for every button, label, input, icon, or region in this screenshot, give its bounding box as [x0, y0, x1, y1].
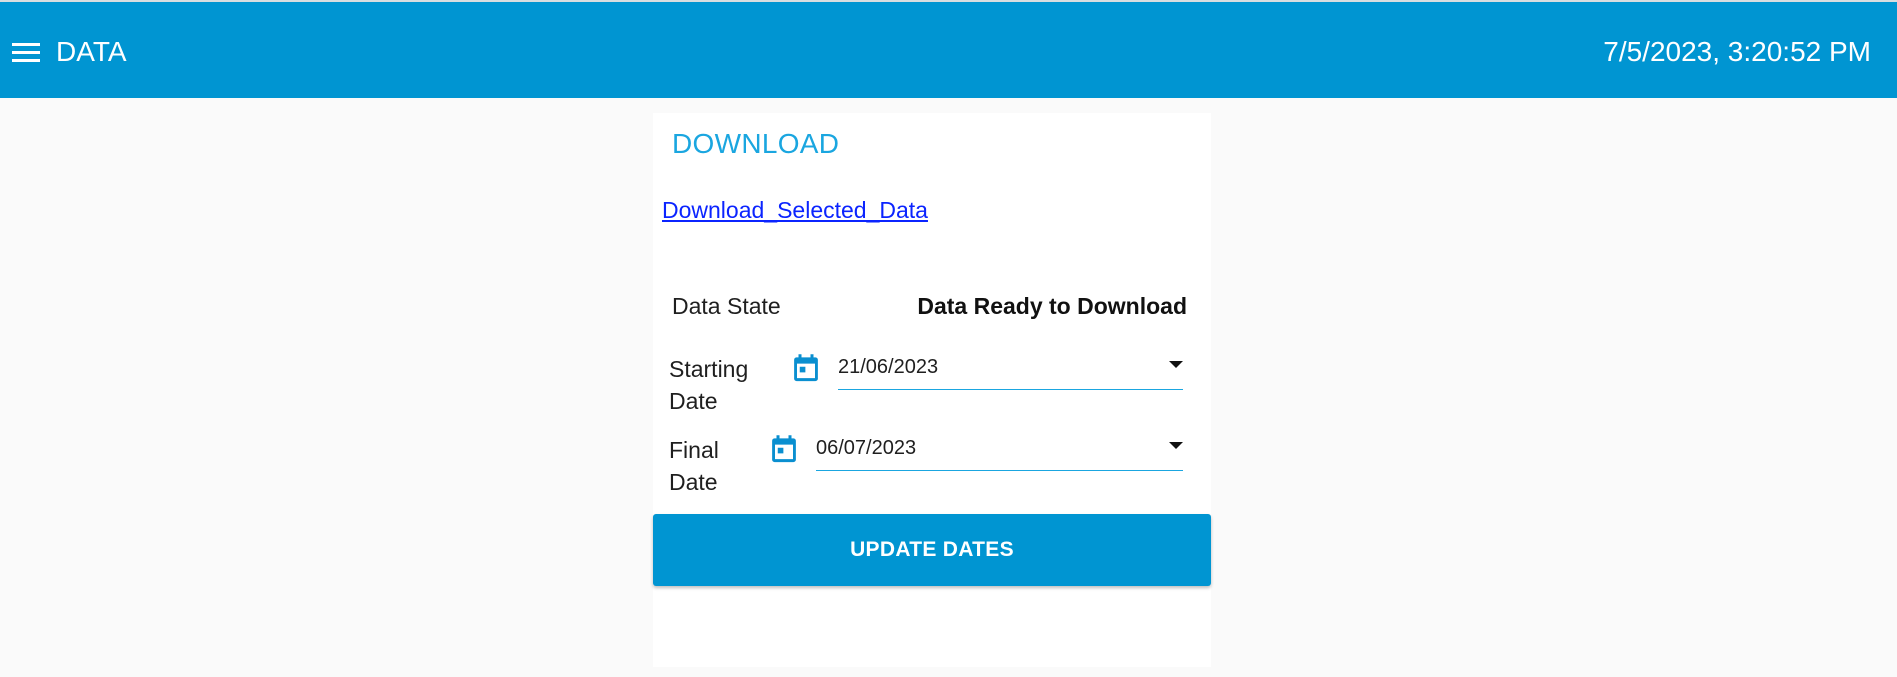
starting-date-label-line2: Date	[669, 388, 718, 414]
final-date-label: Final Date	[669, 434, 719, 498]
final-date-value: 06/07/2023	[816, 437, 917, 459]
calendar-icon[interactable]	[791, 352, 821, 384]
chevron-down-icon[interactable]	[1169, 442, 1183, 449]
starting-date-field[interactable]: 21/06/2023	[838, 351, 1183, 390]
data-state-label: Data State	[672, 293, 781, 319]
starting-date-label-line1: Starting	[669, 356, 749, 382]
download-selected-data-link[interactable]: Download_Selected_Data	[662, 196, 928, 224]
section-title: DOWNLOAD	[672, 128, 840, 159]
page-title: DATA	[56, 36, 127, 67]
calendar-icon[interactable]	[769, 433, 799, 465]
top-app-bar: DATA 7/5/2023, 3:20:52 PM	[0, 0, 1897, 98]
update-dates-button[interactable]: UPDATE DATES	[653, 514, 1211, 586]
data-state-value: Data Ready to Download	[917, 293, 1187, 319]
current-datetime: 7/5/2023, 3:20:52 PM	[1603, 36, 1871, 67]
download-card: DOWNLOAD Download_Selected_Data Data Sta…	[653, 113, 1211, 667]
starting-date-label: Starting Date	[669, 353, 748, 417]
final-date-field[interactable]: 06/07/2023	[816, 432, 1183, 471]
hamburger-menu-icon[interactable]	[12, 43, 40, 63]
final-date-label-line2: Date	[669, 469, 718, 495]
final-date-label-line1: Final	[669, 437, 719, 463]
chevron-down-icon[interactable]	[1169, 361, 1183, 368]
starting-date-value: 21/06/2023	[838, 356, 939, 378]
